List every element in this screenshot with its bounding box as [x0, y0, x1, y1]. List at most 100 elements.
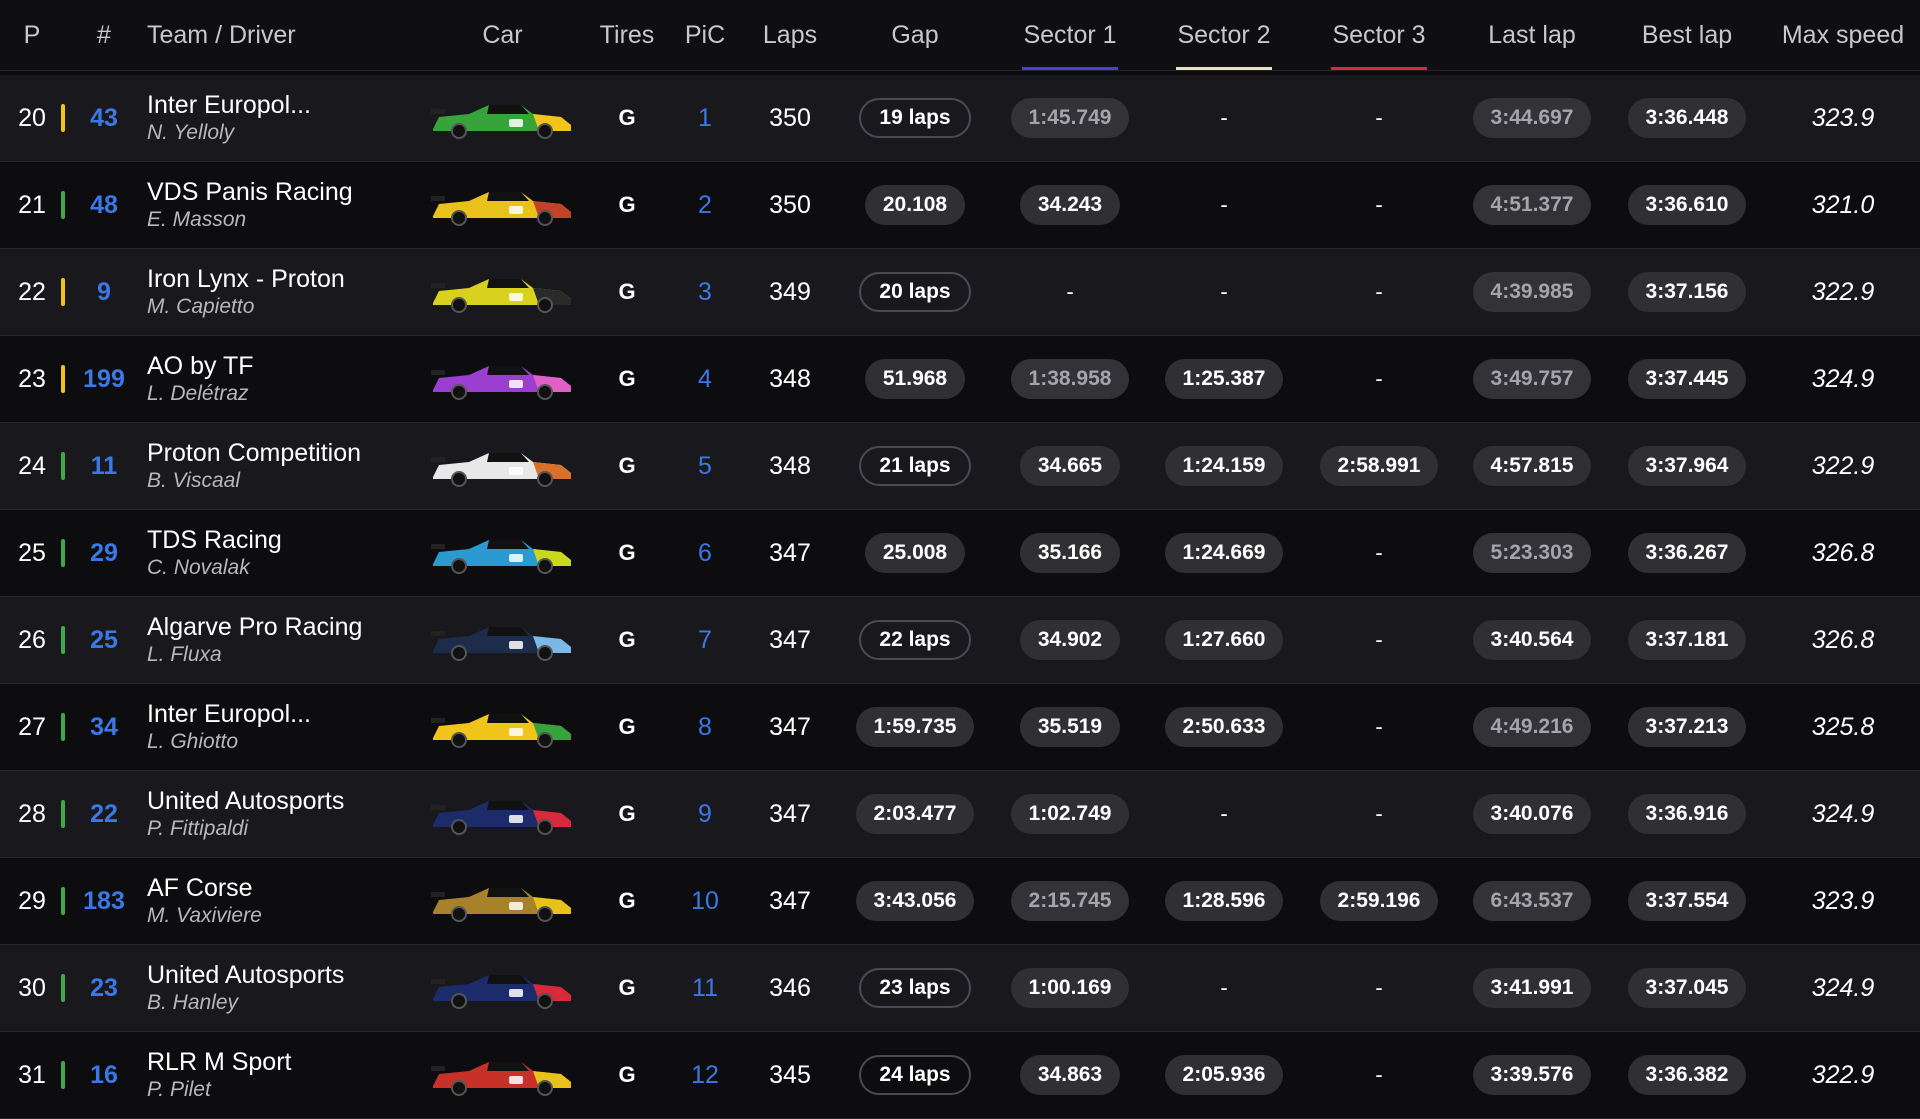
team-driver-cell[interactable]: VDS Panis Racing E. Masson	[147, 162, 407, 248]
team-driver-cell[interactable]: RLR M Sport P. Pilet	[147, 1032, 407, 1118]
header-best-lap[interactable]: Best lap	[1617, 0, 1757, 70]
table-row[interactable]: 30 23 United Autosports B. Hanley G 11 346 23 l…	[0, 945, 1920, 1032]
table-row[interactable]: 28 22 United Autosports P. Fittipaldi G 9 347 2…	[0, 771, 1920, 858]
team-driver-cell[interactable]: United Autosports B. Hanley	[147, 945, 407, 1031]
team-name[interactable]: Inter Europol...	[147, 699, 407, 729]
sector-2-empty: -	[1220, 192, 1228, 217]
table-row[interactable]: 22 9 Iron Lynx - Proton M. Capietto G 3 349 20 …	[0, 249, 1920, 336]
header-position-in-class[interactable]: PiC	[670, 0, 740, 70]
sector-1-cell: 35.166	[1000, 510, 1140, 596]
team-name[interactable]: Algarve Pro Racing	[147, 612, 407, 642]
car-number[interactable]: 48	[76, 162, 132, 248]
team-driver-cell[interactable]: AO by TF L. Delétraz	[147, 336, 407, 422]
car-image	[429, 184, 575, 226]
sector-3-cell: -	[1309, 1032, 1449, 1118]
gap-pill: 22 laps	[859, 620, 971, 660]
position-in-class: 7	[698, 625, 712, 654]
team-name[interactable]: Iron Lynx - Proton	[147, 264, 407, 294]
header-car[interactable]: Car	[430, 0, 575, 70]
table-row[interactable]: 21 48 VDS Panis Racing E. Masson G 2 350 20.108…	[0, 162, 1920, 249]
team-name[interactable]: AF Corse	[147, 873, 407, 903]
last-lap-time: 4:57.815	[1472, 446, 1592, 486]
last-lap-time: 4:39.985	[1472, 272, 1592, 312]
header-gap[interactable]: Gap	[835, 0, 995, 70]
driver-name: M. Vaxiviere	[147, 904, 262, 927]
sector-2-time: 2:05.936	[1164, 1055, 1284, 1095]
header-sector-2[interactable]: Sector 2	[1154, 0, 1294, 70]
team-name[interactable]: TDS Racing	[147, 525, 407, 555]
team-driver-cell[interactable]: Iron Lynx - Proton M. Capietto	[147, 249, 407, 335]
tire-compound: G	[618, 279, 636, 304]
gap-pill: 1:59.735	[855, 707, 975, 747]
best-lap-time: 3:37.156	[1627, 272, 1747, 312]
car-number[interactable]: 43	[76, 75, 132, 161]
last-lap-cell: 3:39.576	[1462, 1032, 1602, 1118]
best-lap-time: 3:36.267	[1627, 533, 1747, 573]
header-last-lap[interactable]: Last lap	[1462, 0, 1602, 70]
team-driver-cell[interactable]: United Autosports P. Fittipaldi	[147, 771, 407, 857]
position-in-class: 1	[698, 103, 712, 132]
car-number[interactable]: 29	[76, 510, 132, 596]
team-name[interactable]: United Autosports	[147, 786, 407, 816]
sector-1-cell: 34.665	[1000, 423, 1140, 509]
car-number[interactable]: 199	[76, 336, 132, 422]
header-tires[interactable]: Tires	[590, 0, 664, 70]
team-driver-cell[interactable]: TDS Racing C. Novalak	[147, 510, 407, 596]
header-laps[interactable]: Laps	[750, 0, 830, 70]
table-row[interactable]: 24 11 Proton Competition B. Viscaal G 5 348 21 …	[0, 423, 1920, 510]
table-row[interactable]: 29 183 AF Corse M. Vaxiviere G 10 347 3:43.056 2…	[0, 858, 1920, 945]
sector-2-cell: 1:25.387	[1154, 336, 1294, 422]
team-name[interactable]: VDS Panis Racing	[147, 177, 407, 207]
team-name[interactable]: United Autosports	[147, 960, 407, 990]
table-row[interactable]: 27 34 Inter Europol... L. Ghiotto G 8 347 1:59.…	[0, 684, 1920, 771]
gap-cell: 24 laps	[835, 1032, 995, 1118]
table-row[interactable]: 26 25 Algarve Pro Racing L. Fluxa G 7 347 22 la…	[0, 597, 1920, 684]
car-image	[429, 880, 575, 922]
sector-2-empty: -	[1220, 975, 1228, 1000]
position-in-class: 8	[698, 712, 712, 741]
sector-1-time: 34.863	[1019, 1055, 1121, 1095]
sector-3-cell: -	[1309, 684, 1449, 770]
driver-name: B. Viscaal	[147, 469, 240, 492]
header-sector-3[interactable]: Sector 3	[1309, 0, 1449, 70]
sector-2-time: 2:50.633	[1164, 707, 1284, 747]
table-row[interactable]: 20 43 Inter Europol... N. Yelloly G 1 350 19 la…	[0, 75, 1920, 162]
team-name[interactable]: Proton Competition	[147, 438, 407, 468]
car-number[interactable]: 22	[76, 771, 132, 857]
car-number[interactable]: 9	[76, 249, 132, 335]
header-position[interactable]: P	[10, 0, 54, 70]
table-row[interactable]: 25 29 TDS Racing C. Novalak G 6 347 25.008 35.16…	[0, 510, 1920, 597]
team-driver-cell[interactable]: AF Corse M. Vaxiviere	[147, 858, 407, 944]
sector-3-cell: -	[1309, 771, 1449, 857]
team-driver-cell[interactable]: Inter Europol... L. Ghiotto	[147, 684, 407, 770]
last-lap-time: 3:40.076	[1472, 794, 1592, 834]
last-lap-time: 3:41.991	[1472, 968, 1592, 1008]
sector-3-empty: -	[1375, 192, 1383, 217]
team-name[interactable]: RLR M Sport	[147, 1047, 407, 1077]
car-image	[429, 271, 575, 313]
car-number[interactable]: 11	[76, 423, 132, 509]
sector-3-empty: -	[1375, 366, 1383, 391]
car-number[interactable]: 25	[76, 597, 132, 683]
team-name[interactable]: AO by TF	[147, 351, 407, 381]
car-number[interactable]: 16	[76, 1032, 132, 1118]
header-team-driver[interactable]: Team / Driver	[147, 0, 367, 70]
car-number[interactable]: 23	[76, 945, 132, 1031]
tire-compound: G	[618, 975, 636, 1000]
gap-pill: 25.008	[864, 533, 966, 573]
car-number[interactable]: 183	[76, 858, 132, 944]
last-lap-cell: 3:44.697	[1462, 75, 1602, 161]
tire-compound: G	[618, 192, 636, 217]
position-cell: 31	[18, 1060, 46, 1089]
car-number[interactable]: 34	[76, 684, 132, 770]
header-car-number[interactable]: #	[80, 0, 128, 70]
position-cell: 29	[18, 886, 46, 915]
team-driver-cell[interactable]: Proton Competition B. Viscaal	[147, 423, 407, 509]
team-driver-cell[interactable]: Algarve Pro Racing L. Fluxa	[147, 597, 407, 683]
table-row[interactable]: 23 199 AO by TF L. Delétraz G 4 348 51.968 1:38.…	[0, 336, 1920, 423]
team-name[interactable]: Inter Europol...	[147, 90, 407, 120]
team-driver-cell[interactable]: Inter Europol... N. Yelloly	[147, 75, 407, 161]
header-sector-1[interactable]: Sector 1	[1000, 0, 1140, 70]
table-row[interactable]: 31 16 RLR M Sport P. Pilet G 12 345 24 laps 34.8…	[0, 1032, 1920, 1119]
header-max-speed[interactable]: Max speed	[1773, 0, 1913, 70]
